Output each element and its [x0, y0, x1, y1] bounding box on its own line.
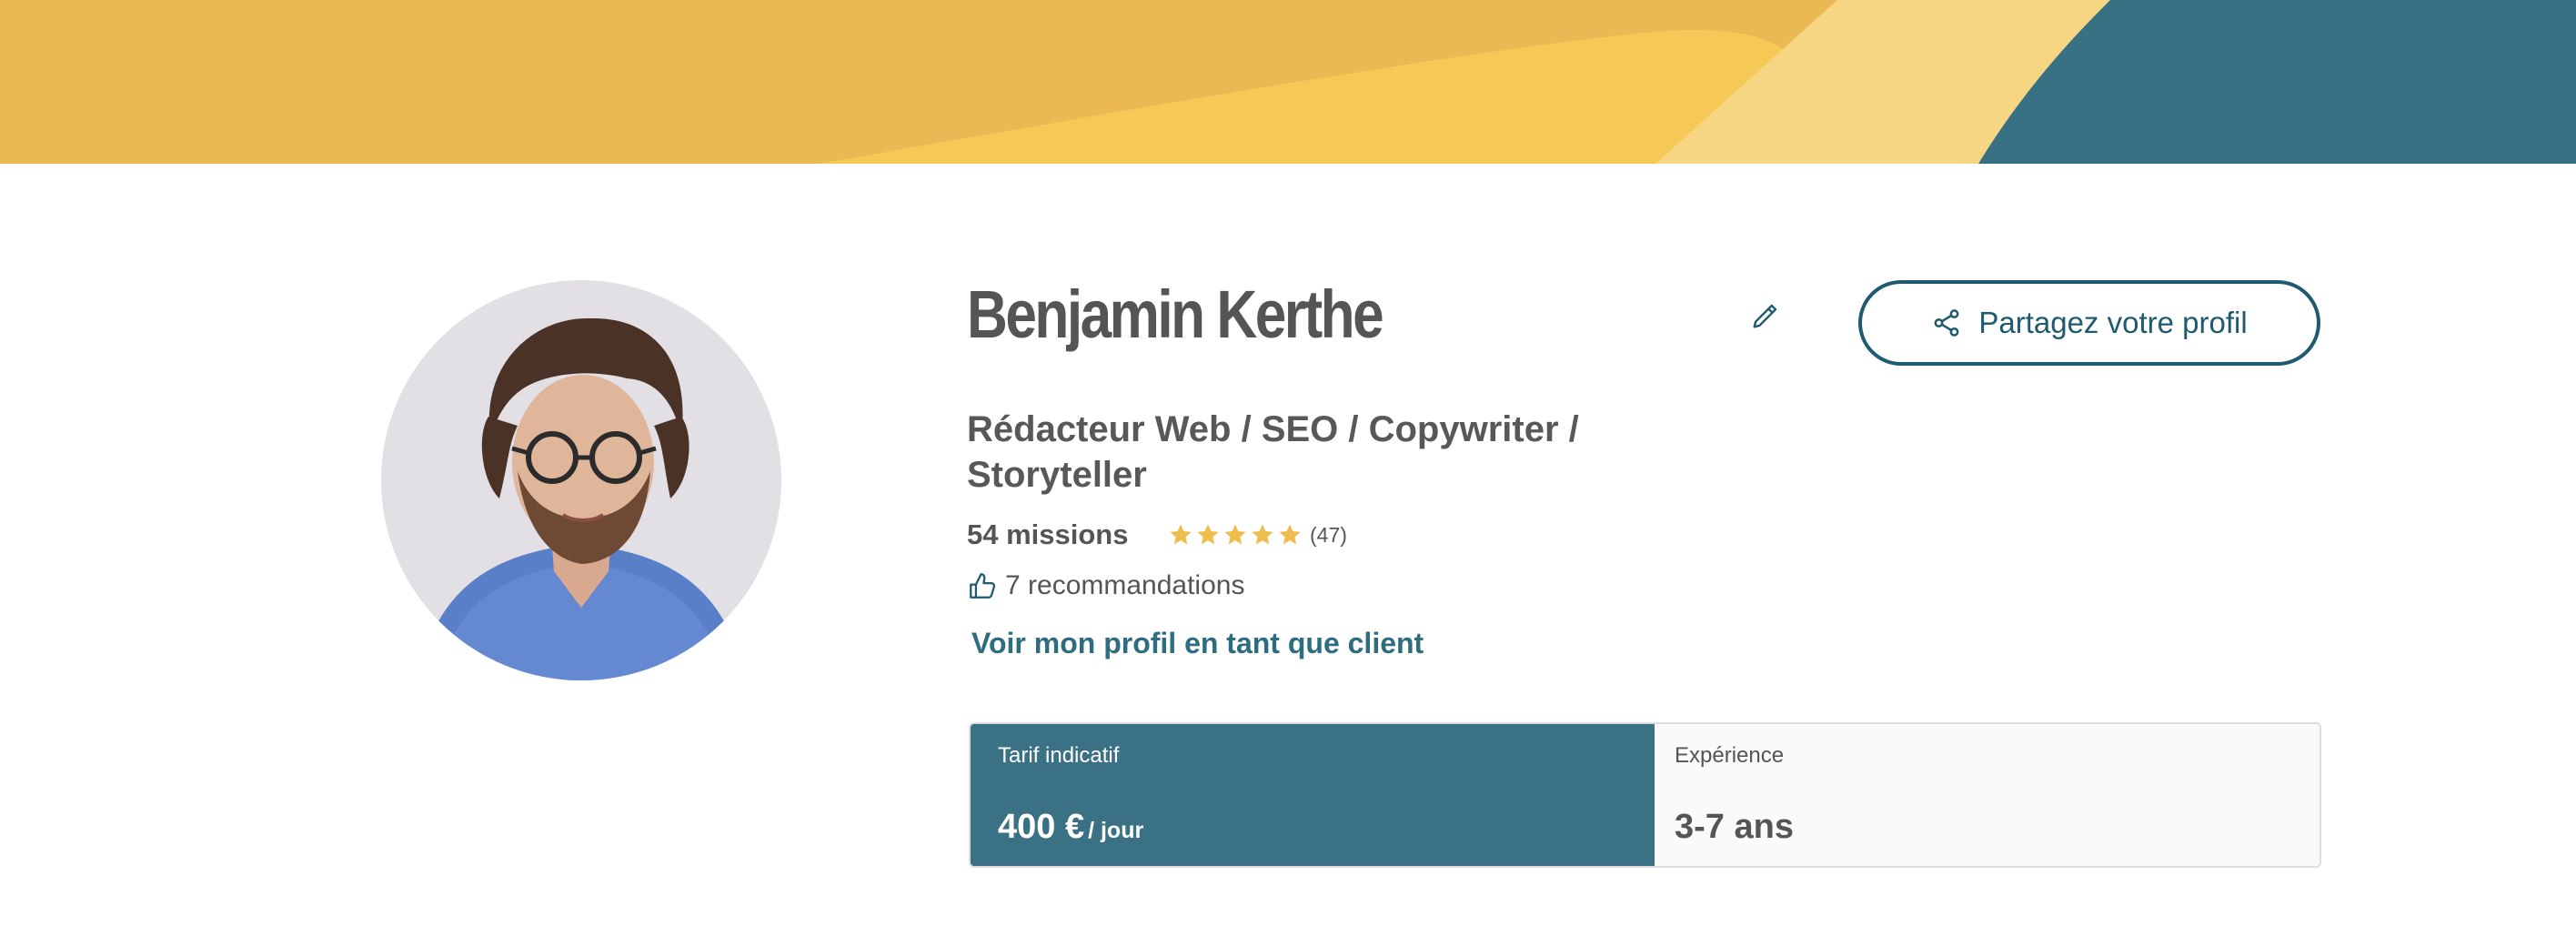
star-icon: [1224, 524, 1246, 545]
star-icon: [1170, 524, 1192, 545]
star-icon: [1252, 524, 1273, 545]
header-banner: [0, 0, 2576, 164]
rate-card: Tarif indicatif 400 € / jour: [971, 724, 1655, 866]
recommendations-label: 7 recommandations: [1005, 570, 1245, 600]
view-as-client-link[interactable]: Voir mon profil en tant que client: [971, 623, 1424, 663]
job-title: Rédacteur Web / SEO / Copywriter / Story…: [967, 409, 1579, 495]
experience-card: Expérience 3-7 ans: [1655, 724, 2319, 866]
star-icon: [1279, 524, 1301, 545]
rate-label: Tarif indicatif: [998, 743, 1120, 768]
missions-count: 54 missions: [967, 518, 1129, 550]
rating-count: (47): [1310, 522, 1347, 547]
experience-label: Expérience: [1675, 743, 1785, 768]
profile-stats-box: Tarif indicatif 400 € / jour Expérience 3…: [969, 722, 2321, 868]
rate-unit: / jour: [1088, 818, 1144, 843]
rating: (47): [1168, 517, 1347, 553]
profile-name: Benjamin Kerthe: [967, 277, 1384, 352]
recommendations: 7 recommandations: [967, 566, 1244, 606]
rate-value: 400 € / jour: [998, 804, 1143, 857]
thumbs-up-icon: [967, 570, 998, 601]
profile-avatar: [381, 280, 781, 680]
share-button-label: Partagez votre profil: [1978, 306, 2248, 339]
star-icon: [1197, 524, 1219, 545]
experience-value-wrap: 3-7 ans: [1675, 804, 1794, 857]
pencil-icon: [1753, 304, 1777, 328]
share-profile-button[interactable]: Partagez votre profil: [1858, 280, 2320, 366]
share-icon: [1931, 307, 1962, 338]
rate-amount: 400 €: [998, 808, 1085, 846]
edit-profile-button[interactable]: [1745, 297, 1785, 337]
profile-page: Benjamin Kerthe Partagez votre profil Ré…: [0, 0, 2576, 926]
experience-value: 3-7 ans: [1675, 808, 1794, 846]
